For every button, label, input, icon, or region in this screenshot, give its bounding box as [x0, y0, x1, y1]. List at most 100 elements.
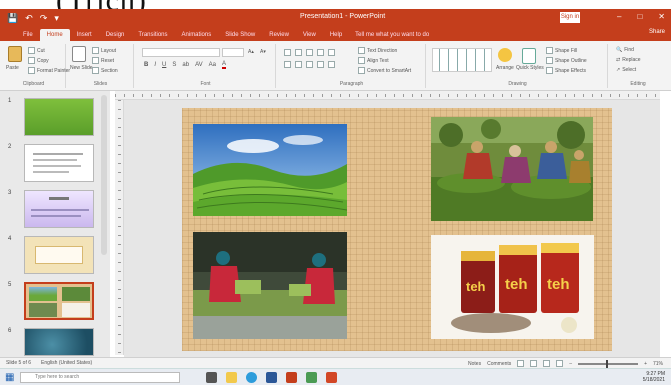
smartart-button[interactable]: Convert to SmartArt: [358, 67, 411, 74]
thumbnail-1[interactable]: [24, 98, 94, 136]
shape-effects-button[interactable]: Shape Effects: [546, 67, 586, 74]
strikethrough-button[interactable]: S: [172, 62, 176, 68]
zoom-slider[interactable]: [578, 359, 639, 368]
layout-button[interactable]: Layout: [92, 47, 116, 54]
zoom-in-button[interactable]: +: [644, 361, 647, 367]
thumbnail-scrollbar[interactable]: [101, 95, 107, 255]
shape-outline-button[interactable]: Shape Outline: [546, 57, 587, 64]
thumbnail-4[interactable]: [24, 236, 94, 274]
maximize-button[interactable]: □: [637, 12, 642, 21]
tab-help[interactable]: Help: [323, 32, 349, 41]
close-button[interactable]: ✕: [658, 12, 665, 21]
paste-icon[interactable]: [8, 46, 22, 62]
language-indicator[interactable]: English (United States): [41, 360, 92, 366]
zoom-out-button[interactable]: –: [569, 361, 572, 367]
increase-indent-icon[interactable]: [317, 49, 324, 56]
decrease-font-icon[interactable]: A▾: [260, 49, 266, 55]
comments-button[interactable]: Comments: [487, 361, 511, 367]
shape-fill-button[interactable]: Shape Fill: [546, 47, 577, 54]
thumbnail-6[interactable]: [24, 328, 94, 356]
numbering-icon[interactable]: [295, 49, 302, 56]
quick-styles-icon[interactable]: [522, 48, 536, 64]
thumbnail-item[interactable]: 2: [4, 144, 104, 184]
tab-transitions[interactable]: Transitions: [131, 32, 174, 41]
increase-font-icon[interactable]: A▴: [248, 49, 254, 55]
decrease-indent-icon[interactable]: [306, 49, 313, 56]
tab-insert[interactable]: Insert: [70, 32, 99, 41]
change-case-button[interactable]: Aa: [209, 62, 216, 68]
task-view-icon[interactable]: [206, 372, 217, 383]
current-slide[interactable]: teh teh teh: [182, 108, 612, 351]
tab-design[interactable]: Design: [99, 32, 132, 41]
font-color-button[interactable]: A: [221, 61, 226, 69]
start-icon[interactable]: ▾: [54, 13, 59, 24]
quick-styles-button[interactable]: Quick Styles: [516, 65, 544, 71]
tab-view[interactable]: View: [296, 32, 323, 41]
sign-in-button[interactable]: Sign in: [560, 12, 580, 23]
zoom-level[interactable]: 71%: [653, 361, 663, 367]
taskbar-search-input[interactable]: Type here to search: [20, 372, 180, 383]
tab-review[interactable]: Review: [262, 32, 296, 41]
tab-file[interactable]: File: [16, 32, 40, 41]
justify-icon[interactable]: [317, 61, 324, 68]
font-name-select[interactable]: [142, 48, 220, 57]
cut-button[interactable]: Cut: [28, 47, 45, 54]
italic-button[interactable]: I: [154, 62, 156, 68]
thumbnail-5-selected[interactable]: [24, 282, 94, 320]
thumbnail-item[interactable]: 1: [4, 98, 104, 138]
format-painter-button[interactable]: Format Painter: [28, 67, 70, 74]
share-button[interactable]: Share: [649, 29, 665, 35]
thumbnail-item[interactable]: 5: [4, 282, 104, 322]
underline-button[interactable]: U: [162, 62, 166, 68]
reading-view-icon[interactable]: [543, 360, 551, 367]
windows-start-icon[interactable]: ▦: [5, 372, 14, 383]
notes-button[interactable]: Notes: [468, 361, 481, 367]
font-size-select[interactable]: [222, 48, 244, 57]
line-spacing-icon[interactable]: [328, 49, 335, 56]
tab-home[interactable]: Home: [39, 29, 70, 41]
taskbar-clock[interactable]: 9:27 PM 5/18/2021: [643, 371, 665, 383]
normal-view-icon[interactable]: [517, 360, 525, 367]
thumbnail-3[interactable]: [24, 190, 94, 228]
word-icon[interactable]: [266, 372, 277, 383]
undo-icon[interactable]: ↶: [25, 13, 33, 24]
replace-button[interactable]: ⇄ Replace: [616, 57, 641, 63]
edge-browser-icon[interactable]: [246, 372, 257, 383]
tea-processing-photo[interactable]: [193, 232, 347, 339]
text-shadow-button[interactable]: ab: [182, 62, 189, 68]
align-text-button[interactable]: Align Text: [358, 57, 389, 64]
reset-button[interactable]: Reset: [92, 57, 114, 64]
copy-button[interactable]: Copy: [28, 57, 49, 64]
tea-hills-photo[interactable]: [193, 124, 347, 216]
tell-me-search[interactable]: Tell me what you want to do: [349, 32, 435, 41]
app-icon[interactable]: [326, 372, 337, 383]
tea-pickers-photo[interactable]: [431, 117, 593, 221]
minimize-button[interactable]: –: [617, 12, 621, 21]
slideshow-icon[interactable]: [556, 360, 564, 367]
section-button[interactable]: Section: [92, 67, 118, 74]
arrange-icon[interactable]: [498, 48, 512, 62]
shapes-gallery[interactable]: [432, 48, 492, 72]
save-icon[interactable]: 💾: [7, 13, 18, 24]
thumbnail-item[interactable]: 4: [4, 236, 104, 276]
align-center-icon[interactable]: [295, 61, 302, 68]
align-right-icon[interactable]: [306, 61, 313, 68]
powerpoint-icon[interactable]: [286, 372, 297, 383]
bold-button[interactable]: B: [144, 62, 148, 68]
text-direction-button[interactable]: Text Direction: [358, 47, 397, 54]
align-left-icon[interactable]: [284, 61, 291, 68]
paste-button[interactable]: Paste: [6, 65, 19, 71]
redo-icon[interactable]: ↷: [40, 13, 48, 24]
thumbnail-item[interactable]: 3: [4, 190, 104, 230]
teh-packages-photo[interactable]: teh teh teh: [431, 235, 594, 339]
columns-icon[interactable]: [328, 61, 335, 68]
new-slide-button[interactable]: New Slide: [70, 65, 93, 71]
tab-animations[interactable]: Animations: [175, 32, 219, 41]
slide-sorter-icon[interactable]: [530, 360, 538, 367]
select-button[interactable]: ↗ Select: [616, 67, 636, 73]
arrange-button[interactable]: Arrange: [496, 65, 514, 71]
character-spacing-button[interactable]: AV: [195, 62, 203, 68]
new-slide-icon[interactable]: [72, 46, 86, 62]
find-button[interactable]: 🔍 Find: [616, 47, 634, 53]
thumbnail-2[interactable]: [24, 144, 94, 182]
